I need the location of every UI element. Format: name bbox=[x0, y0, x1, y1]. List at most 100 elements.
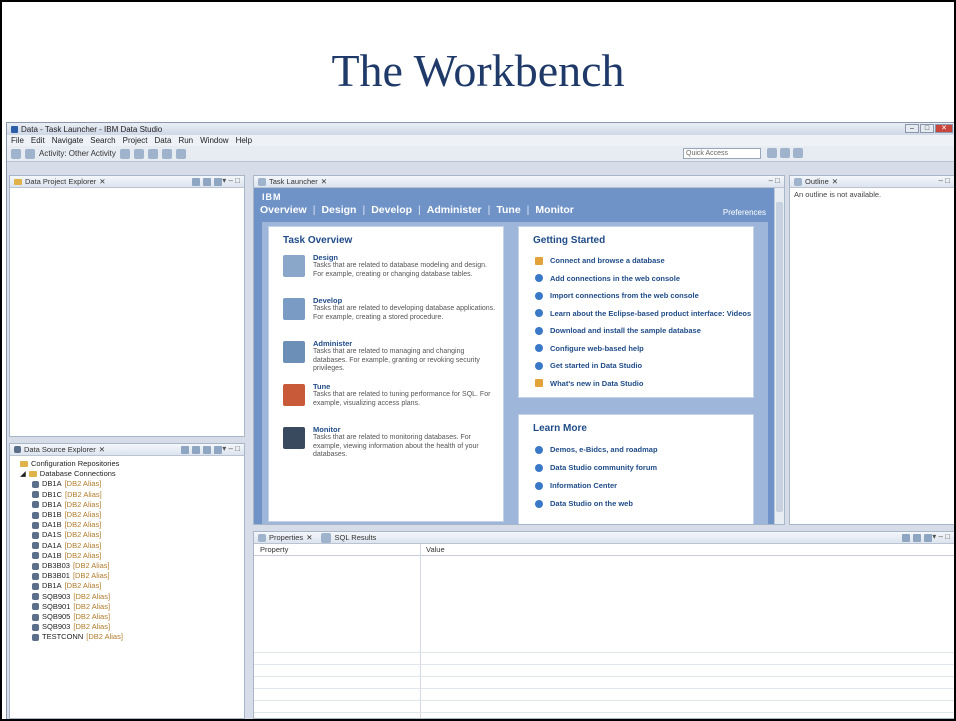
getting-started-link[interactable]: Connect and browse a database bbox=[535, 256, 665, 265]
collapse-icon[interactable] bbox=[192, 178, 200, 186]
view-controls[interactable]: ▾ – □ bbox=[932, 532, 950, 541]
getting-started-link[interactable]: Download and install the sample database bbox=[535, 326, 701, 335]
run-icon[interactable] bbox=[175, 148, 186, 159]
toolbar-tool-icon[interactable] bbox=[147, 148, 158, 159]
learn-more-link[interactable]: Data Studio on the web bbox=[535, 499, 633, 508]
close-icon[interactable]: ✕ bbox=[321, 177, 327, 186]
menu-navigate[interactable]: Navigate bbox=[52, 136, 84, 145]
menu-file[interactable]: File bbox=[11, 136, 24, 145]
menu-project[interactable]: Project bbox=[123, 136, 148, 145]
close-icon[interactable]: ✕ bbox=[99, 445, 105, 454]
new-connection-icon[interactable] bbox=[181, 446, 189, 454]
tree-item-connection[interactable]: DA1B [DB2 Alias] bbox=[12, 520, 242, 530]
overview-item-title[interactable]: Design bbox=[313, 253, 338, 262]
getting-started-link[interactable]: Add connections in the web console bbox=[535, 274, 680, 283]
overview-item-design[interactable]: Design Tasks that are related to database… bbox=[283, 253, 493, 293]
overview-item-administer[interactable]: Administer Tasks that are related to mana… bbox=[283, 339, 493, 379]
tree-item-connection[interactable]: DA1S [DB2 Alias] bbox=[12, 530, 242, 540]
activity-label[interactable]: Activity: Other Activity bbox=[39, 149, 116, 158]
menu-data[interactable]: Data bbox=[155, 136, 172, 145]
preferences-link[interactable]: Preferences bbox=[723, 208, 766, 217]
getting-started-link[interactable]: Configure web-based help bbox=[535, 344, 644, 353]
open-perspective-icon[interactable] bbox=[767, 148, 777, 158]
tree-item-connection[interactable]: DB3B01 [DB2 Alias] bbox=[12, 571, 242, 581]
column-property[interactable]: Property bbox=[254, 545, 420, 554]
tab-monitor[interactable]: Monitor bbox=[535, 204, 574, 216]
expand-icon[interactable]: ◢ bbox=[20, 469, 26, 479]
menu-help[interactable]: Help bbox=[236, 136, 252, 145]
tree-folder-database-connections[interactable]: ◢ Database Connections bbox=[12, 469, 242, 479]
minimize-button[interactable]: – bbox=[905, 124, 919, 133]
tab-sql-results[interactable]: SQL Results bbox=[334, 533, 376, 542]
view-controls[interactable]: – □ bbox=[938, 176, 950, 185]
refresh-icon[interactable] bbox=[203, 446, 211, 454]
launcher-scrollbar[interactable] bbox=[774, 188, 784, 524]
view-controls[interactable]: – □ bbox=[768, 176, 780, 185]
tree-item-connection[interactable]: SQB901 [DB2 Alias] bbox=[12, 602, 242, 612]
tree-item-connection[interactable]: DA1B [DB2 Alias] bbox=[12, 551, 242, 561]
getting-started-link[interactable]: Import connections from the web console bbox=[535, 291, 699, 300]
new-icon[interactable] bbox=[11, 148, 21, 159]
menu-edit[interactable]: Edit bbox=[31, 136, 45, 145]
overview-item-title[interactable]: Monitor bbox=[313, 425, 341, 434]
tab-properties[interactable]: Properties bbox=[269, 533, 303, 542]
tab-overview[interactable]: Overview bbox=[260, 204, 307, 216]
tree-item-connection[interactable]: DB3B03 [DB2 Alias] bbox=[12, 561, 242, 571]
tree-folder-configuration-repositories[interactable]: Configuration Repositories bbox=[12, 459, 242, 469]
getting-started-link[interactable]: Get started in Data Studio bbox=[535, 361, 642, 370]
tree-item-connection[interactable]: SQB905 [DB2 Alias] bbox=[12, 612, 242, 622]
overview-item-title[interactable]: Develop bbox=[313, 296, 342, 305]
close-button[interactable]: ✕ bbox=[935, 124, 953, 133]
connect-icon[interactable] bbox=[192, 446, 200, 454]
tab-tune[interactable]: Tune bbox=[496, 204, 520, 216]
overview-item-tune[interactable]: Tune Tasks that are related to tuning per… bbox=[283, 382, 493, 422]
learn-more-link[interactable]: Data Studio community forum bbox=[535, 463, 657, 472]
link-icon[interactable] bbox=[203, 178, 211, 186]
menu-run[interactable]: Run bbox=[178, 136, 193, 145]
overview-item-monitor[interactable]: Monitor Tasks that are related to monitor… bbox=[283, 425, 493, 465]
view-controls[interactable]: ▾ – □ bbox=[222, 444, 240, 453]
scrollbar-thumb[interactable] bbox=[776, 202, 783, 512]
quick-access-input[interactable]: Quick Access bbox=[683, 148, 761, 159]
tree-item-connection[interactable]: DB1C [DB2 Alias] bbox=[12, 490, 242, 500]
tab-data-project-explorer[interactable]: Data Project Explorer ✕ ▾ – □ bbox=[10, 176, 244, 188]
categories-icon[interactable] bbox=[902, 534, 910, 542]
tab-task-launcher[interactable]: Task Launcher ✕ – □ bbox=[254, 176, 784, 188]
toolbar-tool-icon[interactable] bbox=[161, 148, 172, 159]
tab-outline[interactable]: Outline ✕ – □ bbox=[790, 176, 954, 188]
overview-item-develop[interactable]: Develop Tasks that are related to develop… bbox=[283, 296, 495, 336]
tree-item-connection[interactable]: TESTCONN [DB2 Alias] bbox=[12, 632, 242, 642]
toolbar-tool-icon[interactable] bbox=[133, 148, 144, 159]
toolbar-tool-icon[interactable] bbox=[119, 148, 130, 159]
filter-icon[interactable] bbox=[214, 446, 222, 454]
getting-started-link[interactable]: What's new in Data Studio bbox=[535, 379, 643, 388]
close-icon[interactable]: ✕ bbox=[99, 177, 105, 186]
tab-administer[interactable]: Administer bbox=[427, 204, 482, 216]
tree-item-connection[interactable]: SQB903 [DB2 Alias] bbox=[12, 592, 242, 602]
maximize-button[interactable]: □ bbox=[920, 124, 934, 133]
learn-more-link[interactable]: Information Center bbox=[535, 481, 617, 490]
getting-started-link[interactable]: Learn about the Eclipse-based product in… bbox=[535, 309, 751, 318]
advanced-icon[interactable] bbox=[913, 534, 921, 542]
learn-more-link[interactable]: Demos, e-Bidcs, and roadmap bbox=[535, 445, 658, 454]
tab-data-source-explorer[interactable]: Data Source Explorer ✕ ▾ – □ bbox=[10, 444, 244, 456]
overview-item-title[interactable]: Administer bbox=[313, 339, 352, 348]
activity-icon[interactable] bbox=[25, 148, 35, 159]
tree-item-connection[interactable]: SQB903 [DB2 Alias] bbox=[12, 622, 242, 632]
column-value[interactable]: Value bbox=[420, 545, 445, 554]
tree-item-connection[interactable]: DB1B [DB2 Alias] bbox=[12, 510, 242, 520]
tab-develop[interactable]: Develop bbox=[371, 204, 412, 216]
tree-item-connection[interactable]: DB1A [DB2 Alias] bbox=[12, 581, 242, 591]
tree-item-connection[interactable]: DB1A [DB2 Alias] bbox=[12, 479, 242, 489]
pin-icon[interactable] bbox=[924, 534, 932, 542]
perspective-icon[interactable] bbox=[780, 148, 790, 158]
menu-window[interactable]: Window bbox=[200, 136, 228, 145]
perspective-icon[interactable] bbox=[793, 148, 803, 158]
close-icon[interactable]: ✕ bbox=[306, 533, 312, 542]
tab-design[interactable]: Design bbox=[321, 204, 356, 216]
tree-item-connection[interactable]: DB1A [DB2 Alias] bbox=[12, 500, 242, 510]
overview-item-title[interactable]: Tune bbox=[313, 382, 330, 391]
close-icon[interactable]: ✕ bbox=[832, 177, 838, 186]
menu-search[interactable]: Search bbox=[90, 136, 115, 145]
tree-item-connection[interactable]: DA1A [DB2 Alias] bbox=[12, 541, 242, 551]
